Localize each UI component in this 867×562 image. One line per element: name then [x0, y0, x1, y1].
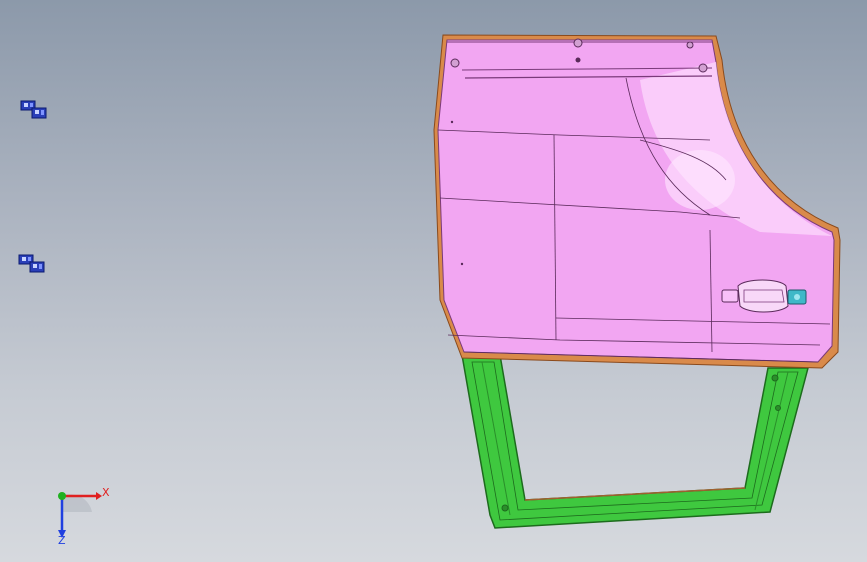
y-axis-dot: [58, 492, 66, 500]
3d-viewport[interactable]: X Z: [0, 0, 867, 562]
x-axis-label: X: [102, 486, 110, 499]
door-window-frame[interactable]: [461, 354, 809, 529]
axis-compass[interactable]: X Z: [44, 482, 124, 546]
car-door-model[interactable]: [0, 0, 867, 562]
z-axis-label: Z: [58, 534, 66, 546]
